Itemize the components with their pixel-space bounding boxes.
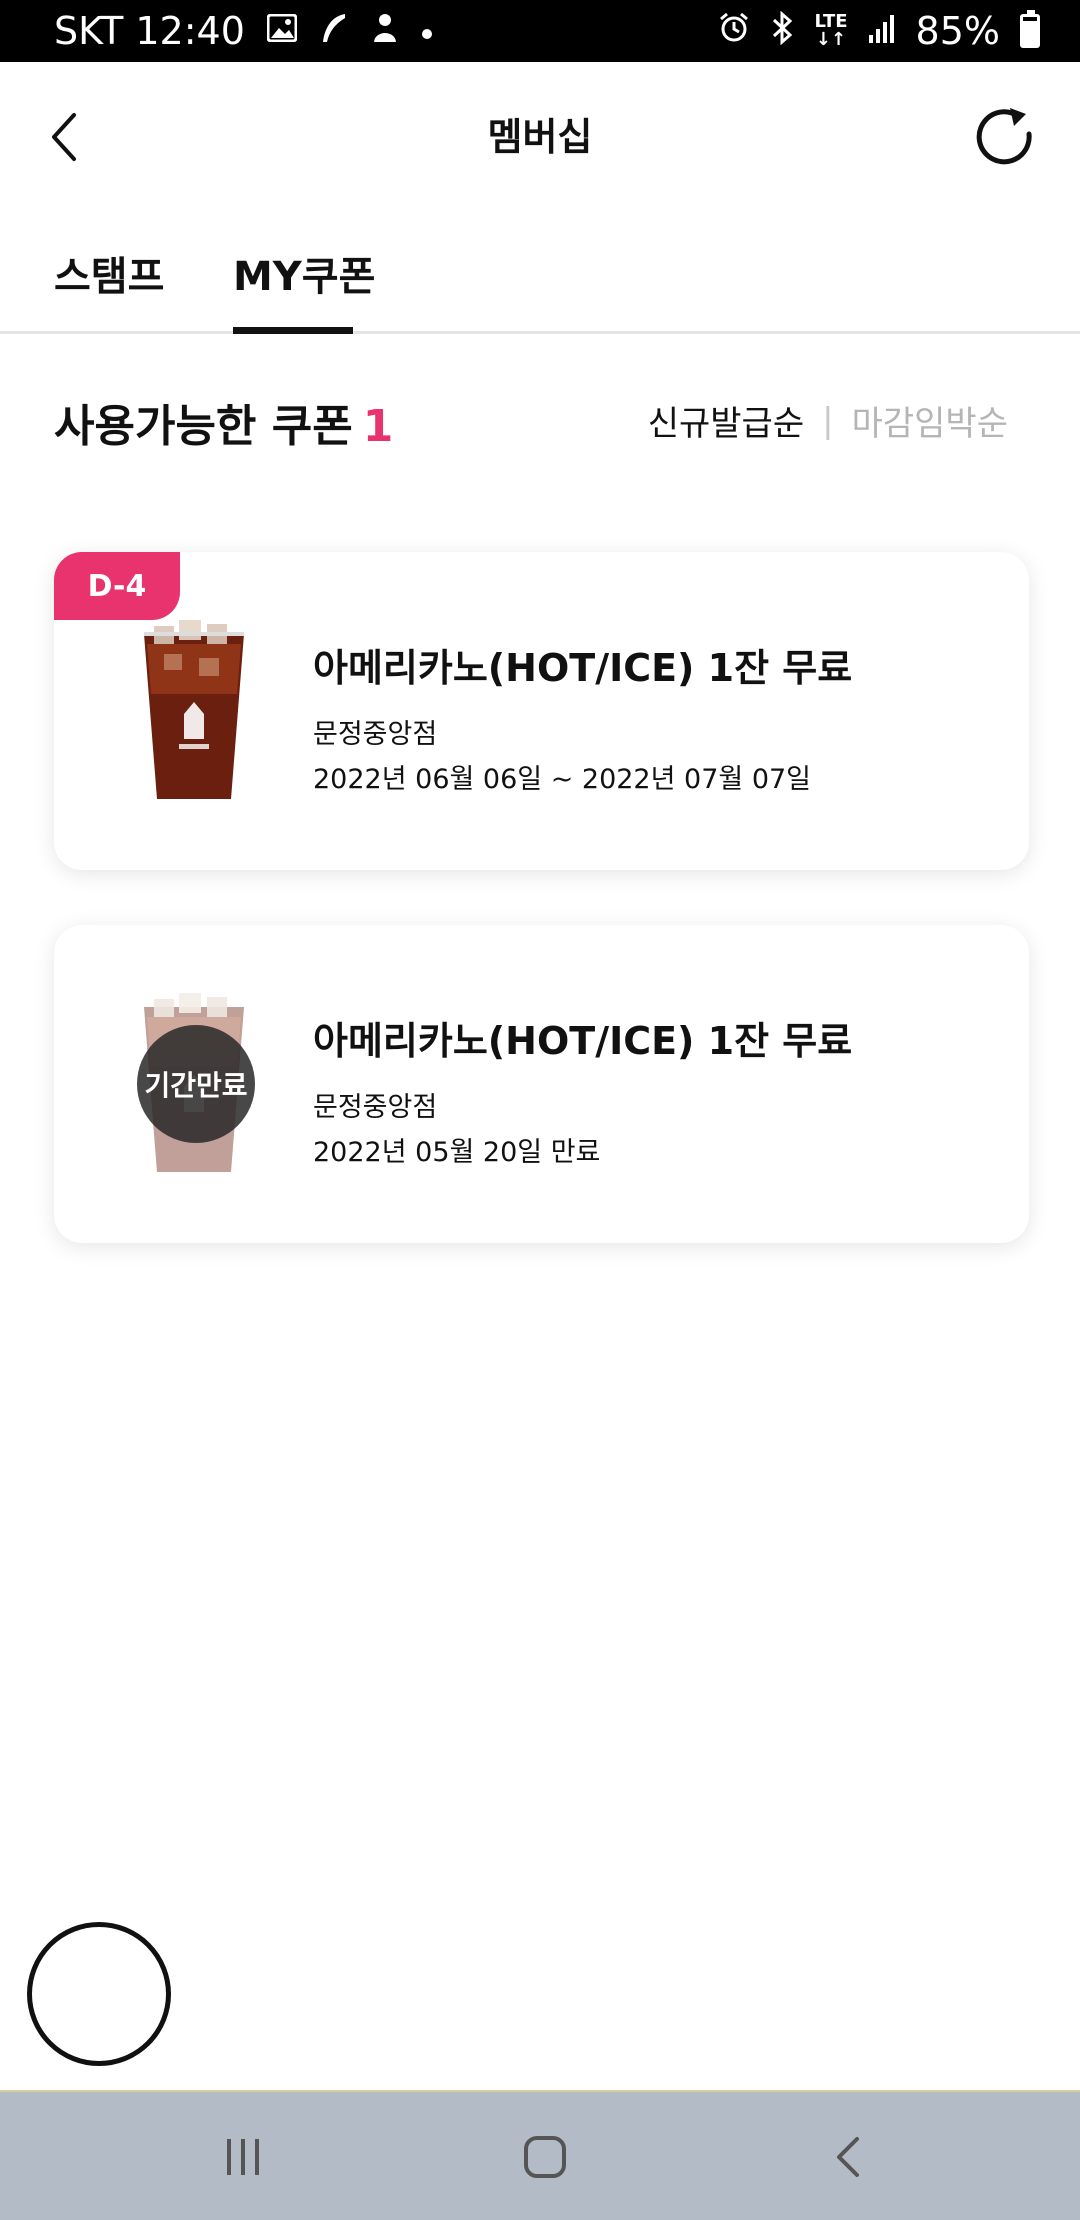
coupon-title: 아메리카노(HOT/ICE) 1잔 무료 bbox=[313, 1019, 853, 1063]
signal-icon bbox=[868, 13, 896, 49]
battery-icon bbox=[1020, 10, 1040, 48]
iced-americano-image bbox=[144, 620, 244, 799]
battery-percent: 85% bbox=[915, 9, 1000, 53]
active-tab-indicator bbox=[233, 327, 353, 334]
person-icon bbox=[371, 12, 399, 50]
coupon-card[interactable]: D-4 아메리카노(HOT/ICE) 1잔 무료 문정중앙점 2022년 06월… bbox=[54, 552, 1029, 870]
status-left: SKT 12:40 bbox=[54, 9, 433, 53]
sort-separator: | bbox=[822, 400, 834, 441]
available-coupons-count: 1 bbox=[362, 401, 394, 452]
tab-my-coupon[interactable]: MY쿠폰 bbox=[233, 244, 375, 334]
network-label: LTE bbox=[814, 11, 848, 32]
app-screen: SKT 12:40 LTE ↓↑ 85% 멤버십 스탬프 MY쿠폰 사용가능한 … bbox=[0, 0, 1080, 2220]
lte-icon: LTE ↓↑ bbox=[814, 11, 848, 50]
coupon-card-expired[interactable]: 기간만료 아메리카노(HOT/ICE) 1잔 무료 문정중앙점 2022년 05… bbox=[54, 925, 1029, 1243]
tab-bar: 스탬프 MY쿠폰 bbox=[0, 212, 1080, 334]
page-title: 멤버십 bbox=[487, 115, 593, 159]
coupon-title: 아메리카노(HOT/ICE) 1잔 무료 bbox=[313, 646, 853, 690]
image-icon bbox=[266, 13, 298, 48]
recent-apps-button[interactable] bbox=[203, 2122, 283, 2192]
coupon-period: 2022년 05월 20일 만료 bbox=[313, 1137, 601, 1168]
home-icon bbox=[524, 2136, 566, 2178]
back-icon bbox=[837, 2137, 859, 2177]
home-button[interactable] bbox=[505, 2122, 585, 2192]
recent-apps-icon bbox=[227, 2139, 259, 2175]
coupon-store: 문정중앙점 bbox=[313, 719, 438, 750]
tab-stamp[interactable]: 스탬프 bbox=[54, 244, 164, 334]
sort-newest-button[interactable]: 신규발급순 bbox=[648, 396, 804, 445]
battery-level bbox=[1023, 21, 1037, 45]
carrier-time: SKT 12:40 bbox=[54, 9, 245, 53]
sort-deadline-button[interactable]: 마감임박순 bbox=[852, 396, 1008, 445]
navigation-bar bbox=[0, 2090, 1080, 2220]
status-right: LTE ↓↑ 85% bbox=[718, 9, 1040, 53]
refresh-button[interactable] bbox=[970, 102, 1040, 172]
coupon-store: 문정중앙점 bbox=[313, 1092, 438, 1123]
section-title: 사용가능한 쿠폰 1 bbox=[54, 390, 393, 454]
dot-icon bbox=[421, 16, 433, 46]
refresh-icon bbox=[976, 108, 1032, 165]
expired-overlay: 기간만료 bbox=[137, 1025, 255, 1143]
sort-options: 신규발급순 | 마감임박순 bbox=[648, 396, 1008, 445]
status-bar: SKT 12:40 LTE ↓↑ 85% bbox=[0, 0, 1080, 62]
floating-circle-button[interactable] bbox=[27, 1922, 171, 2066]
feather-icon bbox=[319, 12, 349, 50]
bluetooth-icon bbox=[770, 10, 794, 51]
dday-badge: D-4 bbox=[54, 552, 180, 620]
system-back-button[interactable] bbox=[808, 2122, 888, 2192]
alarm-icon bbox=[718, 12, 750, 50]
coupon-period: 2022년 06월 06일 ~ 2022년 07월 07일 bbox=[313, 764, 812, 795]
available-coupons-label: 사용가능한 쿠폰 bbox=[54, 401, 353, 452]
app-header: 멤버십 bbox=[0, 62, 1080, 212]
